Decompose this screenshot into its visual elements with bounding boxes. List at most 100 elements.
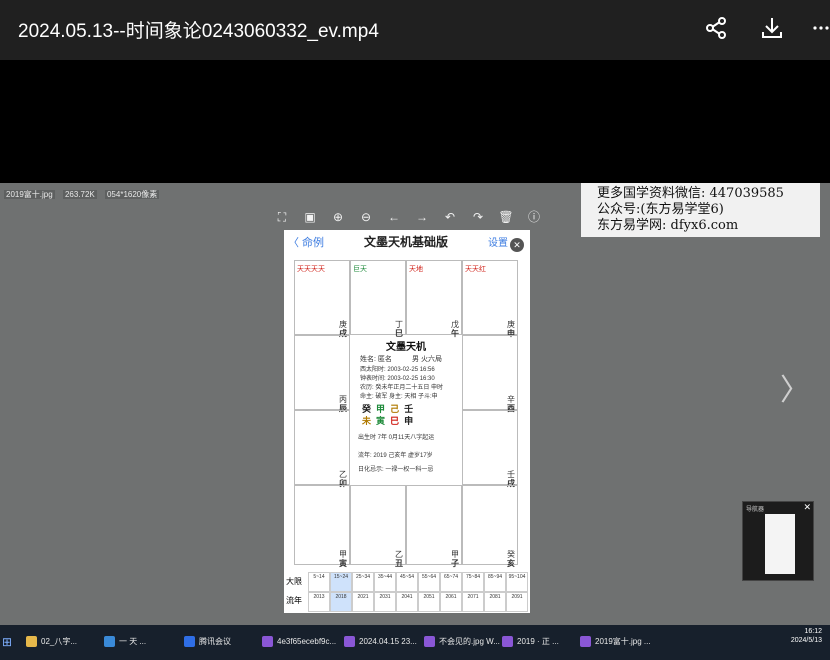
decade-cell: 95~104 xyxy=(506,572,528,592)
decade-cell: 5~14 xyxy=(308,572,330,592)
year-cell: 2021 xyxy=(352,592,374,612)
year-cell: 2041 xyxy=(396,592,418,612)
decade-cell: 65~74 xyxy=(440,572,462,592)
decade-cell: 85~94 xyxy=(484,572,506,592)
pillar-branch-day: 巳 xyxy=(390,416,400,426)
viewer-file-name: 2019富十.jpg xyxy=(4,190,55,199)
next-icon[interactable]: → xyxy=(412,209,432,225)
settings-link: 设置 xyxy=(488,238,508,249)
year-cell: 2051 xyxy=(418,592,440,612)
palace-cell: 天天天天 庚 戌 xyxy=(294,260,350,338)
year-cell: 2018 xyxy=(330,592,352,612)
viewer-info: 2019富十.jpg 263.72K 054*1620像素 xyxy=(4,189,165,200)
prev-icon[interactable]: ← xyxy=(384,209,404,225)
taskbar-item[interactable]: 4e3f65ecebf9c... xyxy=(262,631,336,653)
share-icon[interactable] xyxy=(702,14,730,42)
clock-date: 2024/5/13 xyxy=(790,637,822,644)
download-icon[interactable] xyxy=(758,14,786,42)
next-image-arrow[interactable]: 〉 xyxy=(780,365,810,409)
window-title: 2024.05.13--时间象论0243060332_ev.mp4 xyxy=(18,21,379,42)
center-solar: 西太阳时: 2003-02-25 16:56 xyxy=(360,367,435,373)
taskbar-item[interactable]: 腾讯会议 xyxy=(184,631,231,653)
rotate-right-icon[interactable]: ↷ xyxy=(468,209,488,225)
more-icon[interactable] xyxy=(808,14,830,42)
palace-cell: 癸 亥 xyxy=(462,485,518,568)
watermark-line-3: 东方易学网: dfyx6.com xyxy=(597,218,739,233)
decade-cell: 15~24 xyxy=(330,572,352,592)
fullscreen-icon[interactable]: ⛶ xyxy=(272,209,292,225)
watermark-line-1: 更多国学资料微信: 447039585 xyxy=(597,186,784,201)
center-name: 姓名: 匿名 xyxy=(360,356,392,363)
taskbar-item[interactable]: 2019 · 正 ... xyxy=(502,631,559,653)
palace-cell: 乙 丑 xyxy=(350,485,406,568)
palace-cell: 辛 酉 xyxy=(462,335,518,413)
navigator-label: 导航器 xyxy=(746,507,765,513)
chart-document: 〈 命例 文墨天机基础版 设置 ✕ 天天天天 庚 戌 巨天 丁 巳 天地 戊 午… xyxy=(284,230,530,613)
pillar-branch-hour: 申 xyxy=(404,416,414,426)
decade-cell: 55~64 xyxy=(418,572,440,592)
year-label: 流年 xyxy=(286,596,302,605)
title-bar: 2024.05.13--时间象论0243060332_ev.mp4 xyxy=(0,0,830,60)
palace-stars: 天天红 xyxy=(465,266,486,273)
decade-cell: 25~34 xyxy=(352,572,374,592)
system-clock[interactable]: 16:12 2024/5/13 xyxy=(791,627,822,645)
pillar-branches: 未 寅 巳 申 xyxy=(362,414,413,427)
center-flow-year: 流年: 2019 己亥年 虚岁17岁 xyxy=(358,453,433,459)
document-header: 〈 命例 文墨天机基础版 设置 ✕ xyxy=(284,230,530,252)
rotate-left-icon[interactable]: ↶ xyxy=(440,209,460,225)
delete-icon[interactable]: 🗑 xyxy=(496,209,516,225)
palace-cell: 天天红 庚 申 xyxy=(462,260,518,338)
pillar-stem-year: 癸 xyxy=(362,404,372,414)
decade-cell: 35~44 xyxy=(374,572,396,592)
center-transforms: 日化忌示: 一禄一权一科一忌 xyxy=(358,467,434,473)
taskbar-item[interactable]: 2019富十.jpg ... xyxy=(580,631,651,653)
center-lunar: 农历: 癸未年正月二十五日 申时 xyxy=(360,385,444,391)
palace-stars: 巨天 xyxy=(353,266,367,273)
decade-cell: 75~84 xyxy=(462,572,484,592)
info-icon[interactable]: ⓘ xyxy=(524,209,544,225)
zoom-out-icon[interactable]: ⊖ xyxy=(356,209,376,225)
pillar-stem-hour: 壬 xyxy=(404,404,414,414)
year-cell: 2071 xyxy=(462,592,484,612)
decade-table: 大限 流年 5~14 2013 15~24 2018 25~34 2021 35~44 203… xyxy=(284,572,530,613)
pillar-branch-month: 寅 xyxy=(376,416,386,426)
palace-stars: 天天天天 xyxy=(297,266,325,273)
image-viewer[interactable]: 2019富十.jpg 263.72K 054*1620像素 ⛶ ▣ ⊕ ⊖ ← … xyxy=(0,183,830,625)
close-icon[interactable]: ✕ xyxy=(803,502,811,513)
year-cell: 2081 xyxy=(484,592,506,612)
zoom-in-icon[interactable]: ⊕ xyxy=(328,209,348,225)
pillar-stem-day: 己 xyxy=(390,404,400,414)
back-link: 〈 命例 xyxy=(288,237,325,249)
navigator-thumbnail[interactable]: 导航器 ✕ xyxy=(742,501,814,581)
center-gender: 男 火六局 xyxy=(412,356,442,363)
taskbar: ⊞ 02_八字... 一 天 ... 腾讯会议 4e3f65ecebf9c...… xyxy=(0,625,830,660)
palace-cell: 天地 戊 午 xyxy=(406,260,462,338)
start-icon[interactable]: ⊞ xyxy=(2,631,16,653)
palace-cell: 乙 卯 xyxy=(294,410,350,488)
palace-stars: 天地 xyxy=(409,266,423,273)
viewer-file-size: 263.72K xyxy=(62,190,97,199)
palace-cell: 甲 寅 xyxy=(294,485,350,568)
viewer-file-dims: 054*1620像素 xyxy=(104,190,160,199)
watermark-text: 更多国学资料微信: 447039585 公众号:(东方易学堂6) 东方易学网: … xyxy=(581,183,820,237)
decade-cell: 45~54 xyxy=(396,572,418,592)
watermark-line-2: 公众号:(东方易学堂6) xyxy=(597,202,724,217)
center-master: 命主: 破军 身主: 天相 子斗:申 xyxy=(360,394,438,400)
decade-label: 大限 xyxy=(286,577,302,586)
video-letterbox xyxy=(0,60,830,183)
taskbar-item[interactable]: 02_八字... xyxy=(26,631,77,653)
taskbar-item[interactable]: 不会见的.jpg W... xyxy=(424,631,500,653)
pillar-stem-month: 甲 xyxy=(376,404,386,414)
document-title: 文墨天机基础版 xyxy=(364,235,449,249)
year-cell: 2013 xyxy=(308,592,330,612)
center-start-age: 出生时 7年 0月11天八字起运 xyxy=(358,435,435,441)
taskbar-item[interactable]: 一 天 ... xyxy=(104,631,146,653)
taskbar-item[interactable]: 2024.04.15 23... xyxy=(344,631,417,653)
clock-time: 16:12 xyxy=(804,628,822,635)
palace-cell: 壬 戌 xyxy=(462,410,518,488)
palace-cell: 甲 子 xyxy=(406,485,462,568)
navigator-page xyxy=(765,514,795,574)
fit-icon[interactable]: ▣ xyxy=(300,209,320,225)
center-title: 文墨天机 xyxy=(386,342,426,353)
center-clock: 钟表时间: 2003-02-25 16:30 xyxy=(360,376,435,382)
